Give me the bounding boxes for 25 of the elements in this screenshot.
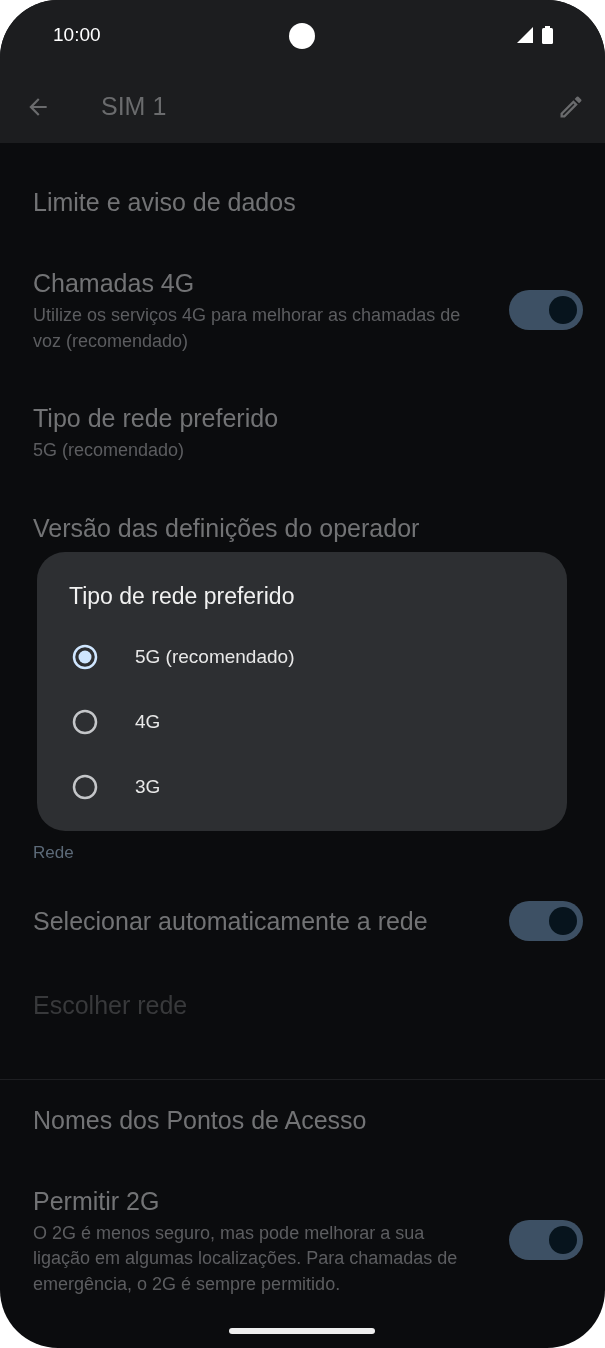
dialog-title: Tipo de rede preferido — [69, 582, 296, 611]
setting-title[interactable]: Versão das definições do operador — [33, 510, 583, 545]
setting-title[interactable]: Tipo de rede preferido — [33, 401, 583, 435]
setting-title[interactable]: Permitir 2G — [33, 1183, 509, 1218]
setting-summary: Utilize os serviços 4G para melhorar as chamadas de voz (recomendado) — [33, 304, 462, 353]
option-label[interactable]: 5G (recomendado) — [135, 645, 295, 668]
status-time: 10:00 — [53, 24, 101, 46]
battery-icon — [542, 26, 553, 44]
setting-title[interactable]: Selecionar automaticamente a rede — [33, 903, 509, 938]
option-label[interactable]: 3G — [135, 775, 161, 798]
setting-title[interactable]: Chamadas 4G — [33, 266, 509, 300]
setting-title[interactable]: Nomes dos Pontos de Acesso — [33, 1102, 583, 1137]
setting-summary: 5G (recomendado) — [33, 439, 186, 462]
radio-button[interactable] — [71, 642, 99, 671]
section-header: Rede — [32, 841, 75, 864]
toggle-switch[interactable] — [509, 290, 583, 330]
radio-button[interactable] — [71, 772, 99, 801]
setting-summary: O 2G é menos seguro, mas pode melhorar a sua ligação em algumas localizações. Para chamadas de emergência, o 2G é sempre permitido. — [33, 1221, 459, 1296]
signal-icon — [516, 26, 534, 44]
toggle-switch[interactable] — [509, 900, 583, 941]
radio-button[interactable] — [71, 707, 99, 736]
setting-title[interactable]: Limite e aviso de dados — [33, 185, 583, 219]
toggle-switch[interactable] — [509, 1220, 583, 1261]
screen-title: SIM 1 — [101, 92, 168, 121]
option-label[interactable]: 4G — [135, 710, 161, 733]
